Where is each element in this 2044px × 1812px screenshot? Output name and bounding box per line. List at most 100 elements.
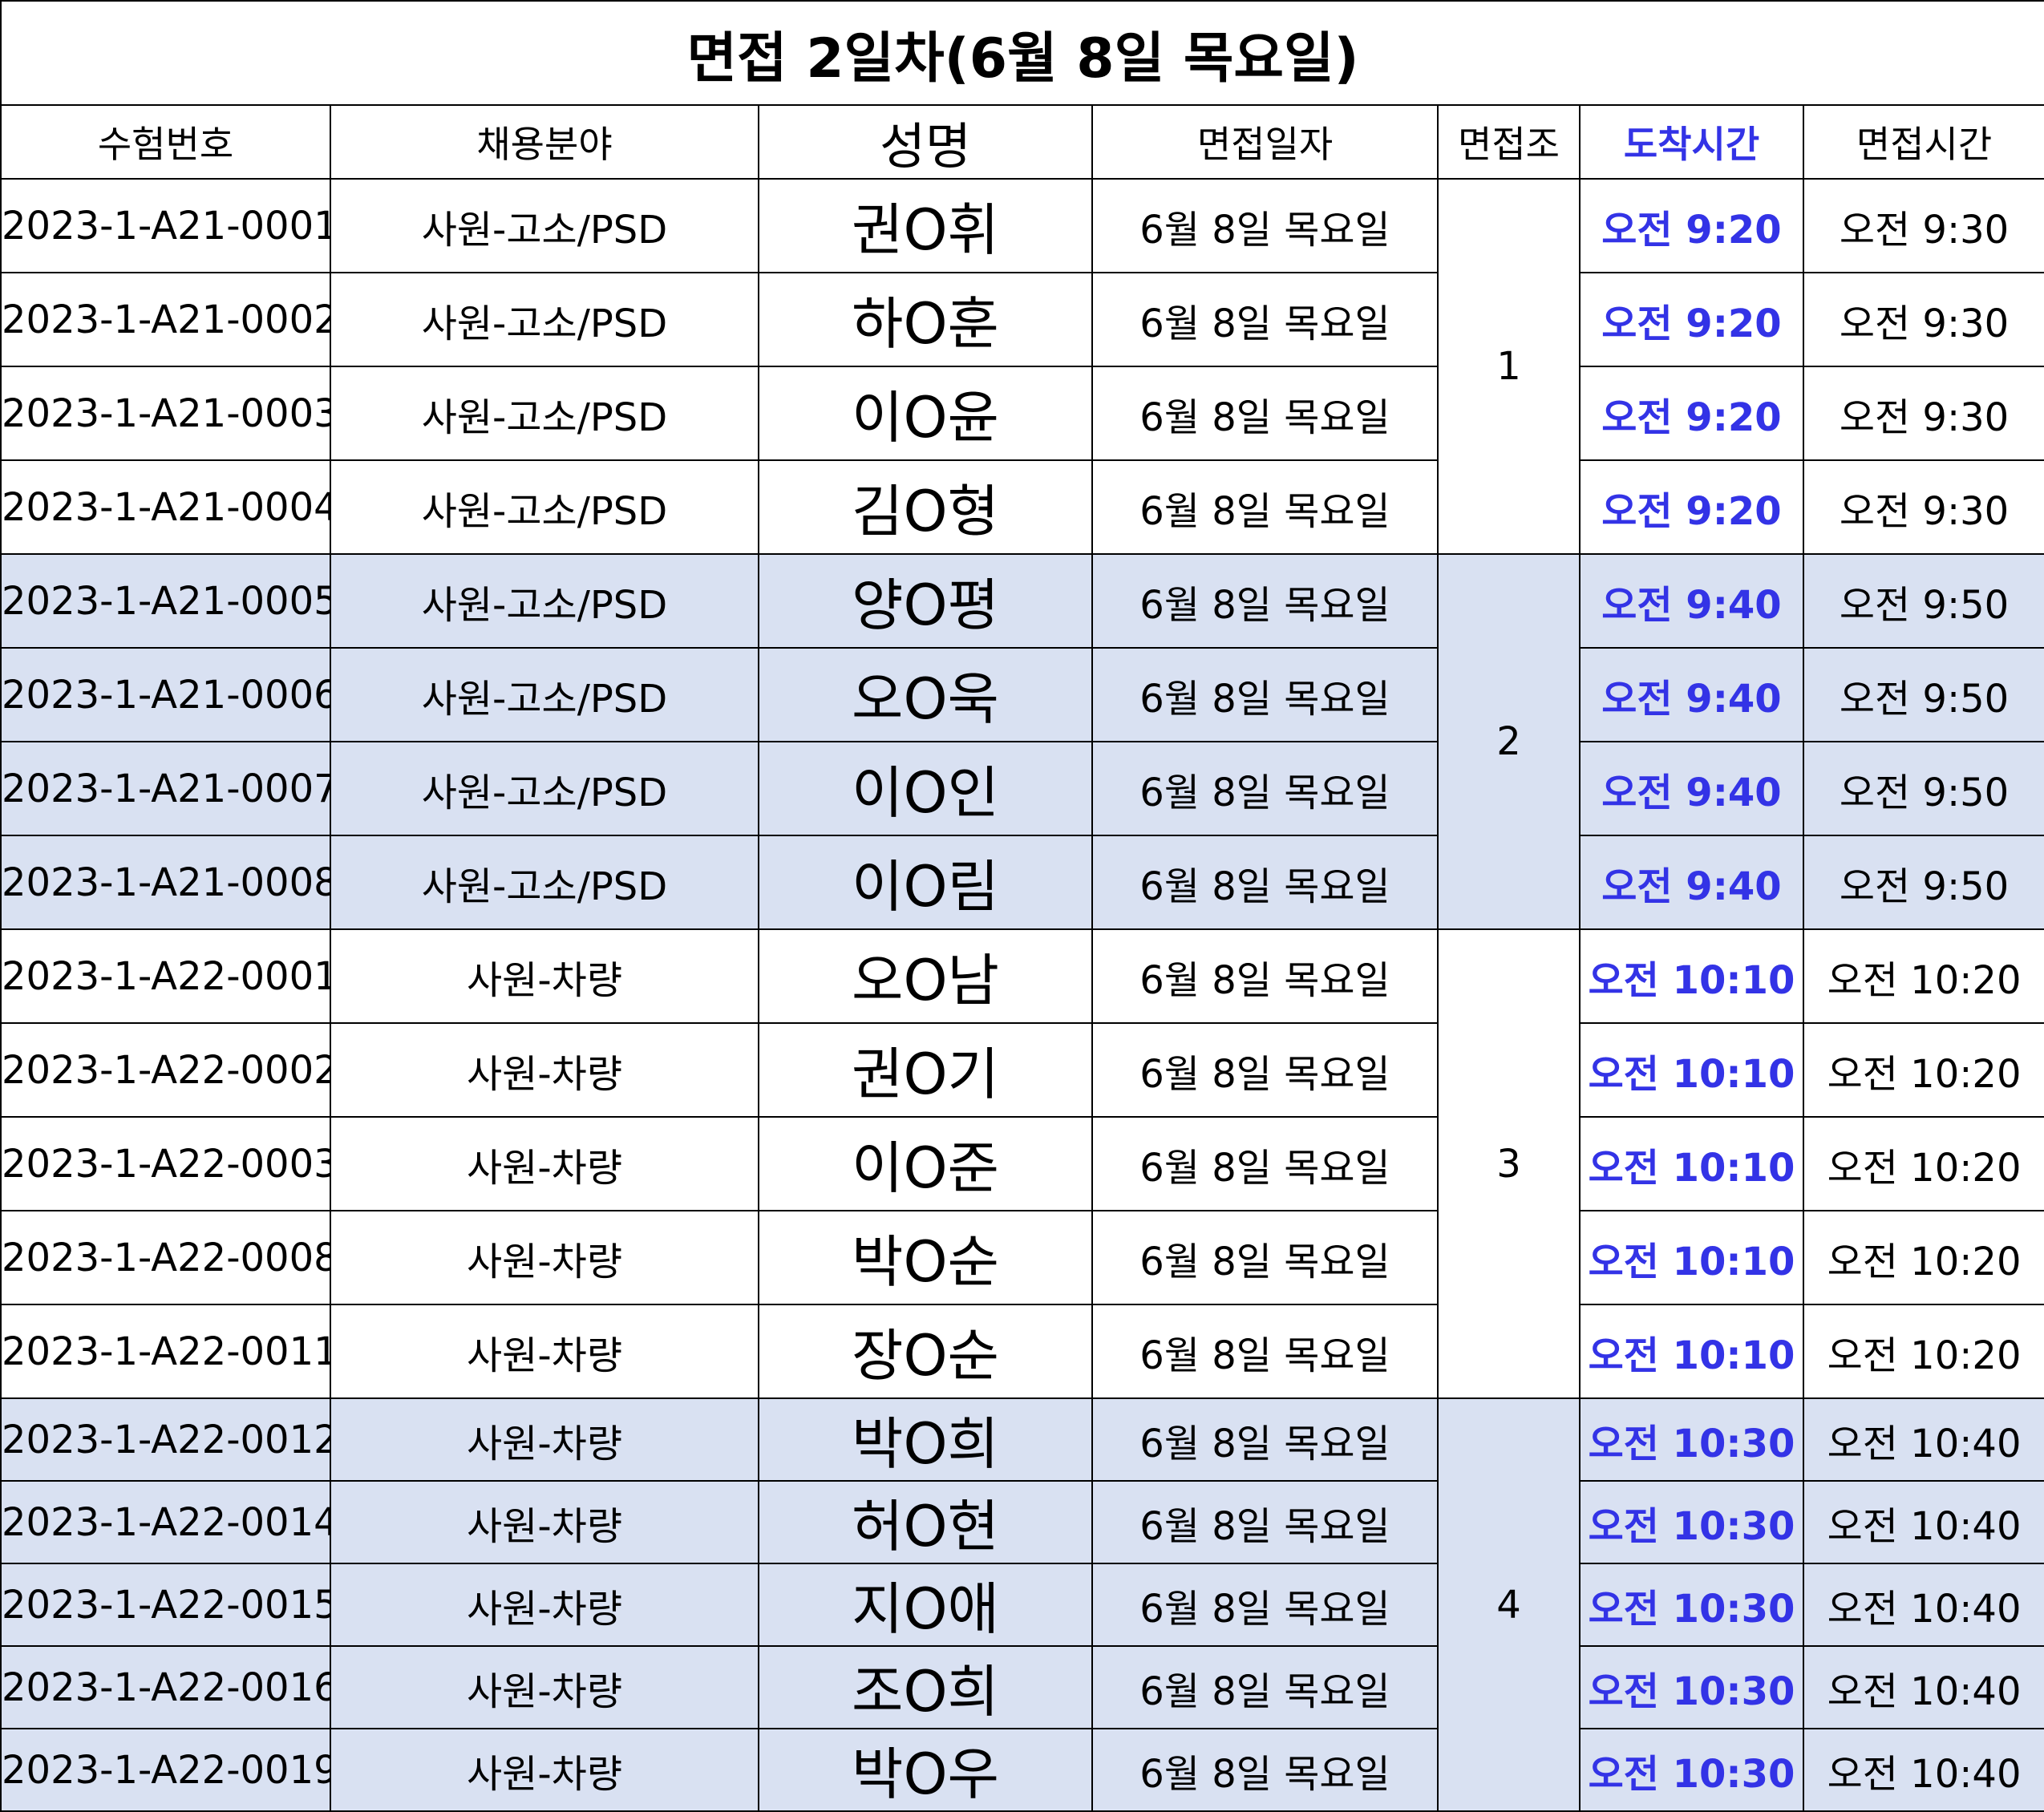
header-field: 채용분야 [330,104,759,180]
exam-number-cell: 2023-1-A22-0003 [0,1116,331,1211]
exam-number-cell: 2023-1-A21-0008 [0,835,331,930]
exam-number-cell: 2023-1-A21-0001 [0,178,331,273]
arrival-time-cell: 오전 10:30 [1579,1728,1804,1812]
table-row: 2023-1-A22-0002 사원-차량 권O기 6월 8일 목요일 오전 10:10… [0,1022,2044,1118]
interview-time-cell: 오전 10:20 [1802,1210,2044,1305]
name-cell: 박O우 [758,1728,1093,1812]
table-row: 2023-1-A21-0008 사원-고소/PSD 이O림 6월 8일 목요일 오전 9… [0,835,2044,930]
interview-time-cell: 오전 10:40 [1802,1563,2044,1647]
exam-number-cell: 2023-1-A22-0011 [0,1304,331,1399]
date-cell: 6월 8일 목요일 [1091,1304,1439,1399]
field-cell: 사원-차량 [330,1645,759,1729]
interview-time-cell: 오전 9:30 [1802,459,2044,555]
field-cell: 사원-고소/PSD [330,178,759,273]
table-row: 2023-1-A21-0004 사원-고소/PSD 김O형 6월 8일 목요일 오전 9… [0,459,2044,555]
date-cell: 6월 8일 목요일 [1091,1645,1439,1729]
arrival-time-cell: 오전 10:30 [1579,1397,1804,1482]
date-cell: 6월 8일 목요일 [1091,928,1439,1024]
field-cell: 사원-고소/PSD [330,366,759,461]
table-row: 2023-1-A22-0015 사원-차량 지O애 6월 8일 목요일 오전 10:30… [0,1563,2044,1647]
arrival-time-cell: 오전 9:20 [1579,178,1804,273]
header-date: 면접일자 [1091,104,1439,180]
table-body: 2023-1-A21-0001 사원-고소/PSD 권O휘 6월 8일 목요일 1 오전 … [0,178,2044,1812]
date-cell: 6월 8일 목요일 [1091,647,1439,742]
date-cell: 6월 8일 목요일 [1091,178,1439,273]
name-cell: 장O순 [758,1304,1093,1399]
header-row: 수험번호 채용분야 성명 면접일자 면접조 도착시간 면접시간 [0,104,2044,180]
date-cell: 6월 8일 목요일 [1091,1480,1439,1564]
name-cell: 이O림 [758,835,1093,930]
header-group: 면접조 [1437,104,1581,180]
table-row: 2023-1-A22-0001 사원-차량 오O남 6월 8일 목요일 3 오전 10:1… [0,928,2044,1399]
arrival-time-cell: 오전 9:40 [1579,647,1804,742]
date-cell: 6월 8일 목요일 [1091,1563,1439,1647]
date-cell: 6월 8일 목요일 [1091,835,1439,930]
date-cell: 6월 8일 목요일 [1091,272,1439,367]
header-exam-no: 수험번호 [0,104,331,180]
name-cell: 오O욱 [758,647,1093,742]
table-row: 2023-1-A21-0007 사원-고소/PSD 이O인 6월 8일 목요일 오전 9… [0,741,2044,836]
exam-number-cell: 2023-1-A21-0006 [0,647,331,742]
name-cell: 박O순 [758,1210,1093,1305]
exam-number-cell: 2023-1-A22-0014 [0,1480,331,1564]
exam-number-cell: 2023-1-A21-0007 [0,741,331,836]
name-cell: 권O휘 [758,178,1093,273]
arrival-time-cell: 오전 9:20 [1579,366,1804,461]
date-cell: 6월 8일 목요일 [1091,459,1439,555]
exam-number-cell: 2023-1-A21-0003 [0,366,331,461]
field-cell: 사원-차량 [330,1480,759,1564]
name-cell: 양O평 [758,553,1093,649]
interview-time-cell: 오전 9:50 [1802,647,2044,742]
arrival-time-cell: 오전 10:10 [1579,1116,1804,1211]
name-cell: 이O인 [758,741,1093,836]
group-number-cell: 1 [1437,178,1581,555]
header-interview-time: 면접시간 [1802,104,2044,180]
group-number-cell: 4 [1437,1397,1581,1812]
date-cell: 6월 8일 목요일 [1091,1728,1439,1812]
table-row: 2023-1-A22-0014 사원-차량 허O현 6월 8일 목요일 오전 10:30… [0,1480,2044,1564]
field-cell: 사원-고소/PSD [330,272,759,367]
name-cell: 오O남 [758,928,1093,1024]
table-row: 2023-1-A21-0006 사원-고소/PSD 오O욱 6월 8일 목요일 오전 9… [0,647,2044,742]
exam-number-cell: 2023-1-A21-0005 [0,553,331,649]
exam-number-cell: 2023-1-A22-0019 [0,1728,331,1812]
interview-time-cell: 오전 10:40 [1802,1480,2044,1564]
field-cell: 사원-고소/PSD [330,741,759,836]
field-cell: 사원-차량 [330,1728,759,1812]
interview-time-cell: 오전 10:40 [1802,1397,2044,1482]
date-cell: 6월 8일 목요일 [1091,366,1439,461]
exam-number-cell: 2023-1-A21-0004 [0,459,331,555]
name-cell: 지O애 [758,1563,1093,1647]
interview-time-cell: 오전 9:50 [1802,741,2044,836]
interview-schedule-table: 면접 2일차(6월 8일 목요일) 수험번호 채용분야 성명 면접일자 면접조 … [0,0,2044,1812]
exam-number-cell: 2023-1-A22-0015 [0,1563,331,1647]
arrival-time-cell: 오전 9:40 [1579,741,1804,836]
name-cell: 권O기 [758,1022,1093,1118]
field-cell: 사원-차량 [330,1210,759,1305]
table-row: 2023-1-A21-0005 사원-고소/PSD 양O평 6월 8일 목요일 2 오전 … [0,553,2044,930]
field-cell: 사원-고소/PSD [330,553,759,649]
arrival-time-cell: 오전 10:10 [1579,1022,1804,1118]
date-cell: 6월 8일 목요일 [1091,1022,1439,1118]
interview-time-cell: 오전 9:30 [1802,366,2044,461]
table-row: 2023-1-A21-0002 사원-고소/PSD 하O훈 6월 8일 목요일 오전 9… [0,272,2044,367]
exam-number-cell: 2023-1-A22-0016 [0,1645,331,1729]
interview-time-cell: 오전 9:30 [1802,178,2044,273]
field-cell: 사원-고소/PSD [330,647,759,742]
group-number-cell: 3 [1437,928,1581,1399]
header-arrival: 도착시간 [1579,104,1804,180]
interview-time-cell: 오전 9:50 [1802,553,2044,649]
name-cell: 박O희 [758,1397,1093,1482]
arrival-time-cell: 오전 9:20 [1579,272,1804,367]
arrival-time-cell: 오전 10:10 [1579,1304,1804,1399]
interview-time-cell: 오전 10:40 [1802,1645,2044,1729]
arrival-time-cell: 오전 10:30 [1579,1563,1804,1647]
field-cell: 사원-차량 [330,928,759,1024]
arrival-time-cell: 오전 10:30 [1579,1480,1804,1564]
title-row: 면접 2일차(6월 8일 목요일) [0,0,2044,106]
interview-time-cell: 오전 10:20 [1802,1022,2044,1118]
exam-number-cell: 2023-1-A22-0001 [0,928,331,1024]
field-cell: 사원-차량 [330,1563,759,1647]
date-cell: 6월 8일 목요일 [1091,1397,1439,1482]
name-cell: 허O현 [758,1480,1093,1564]
